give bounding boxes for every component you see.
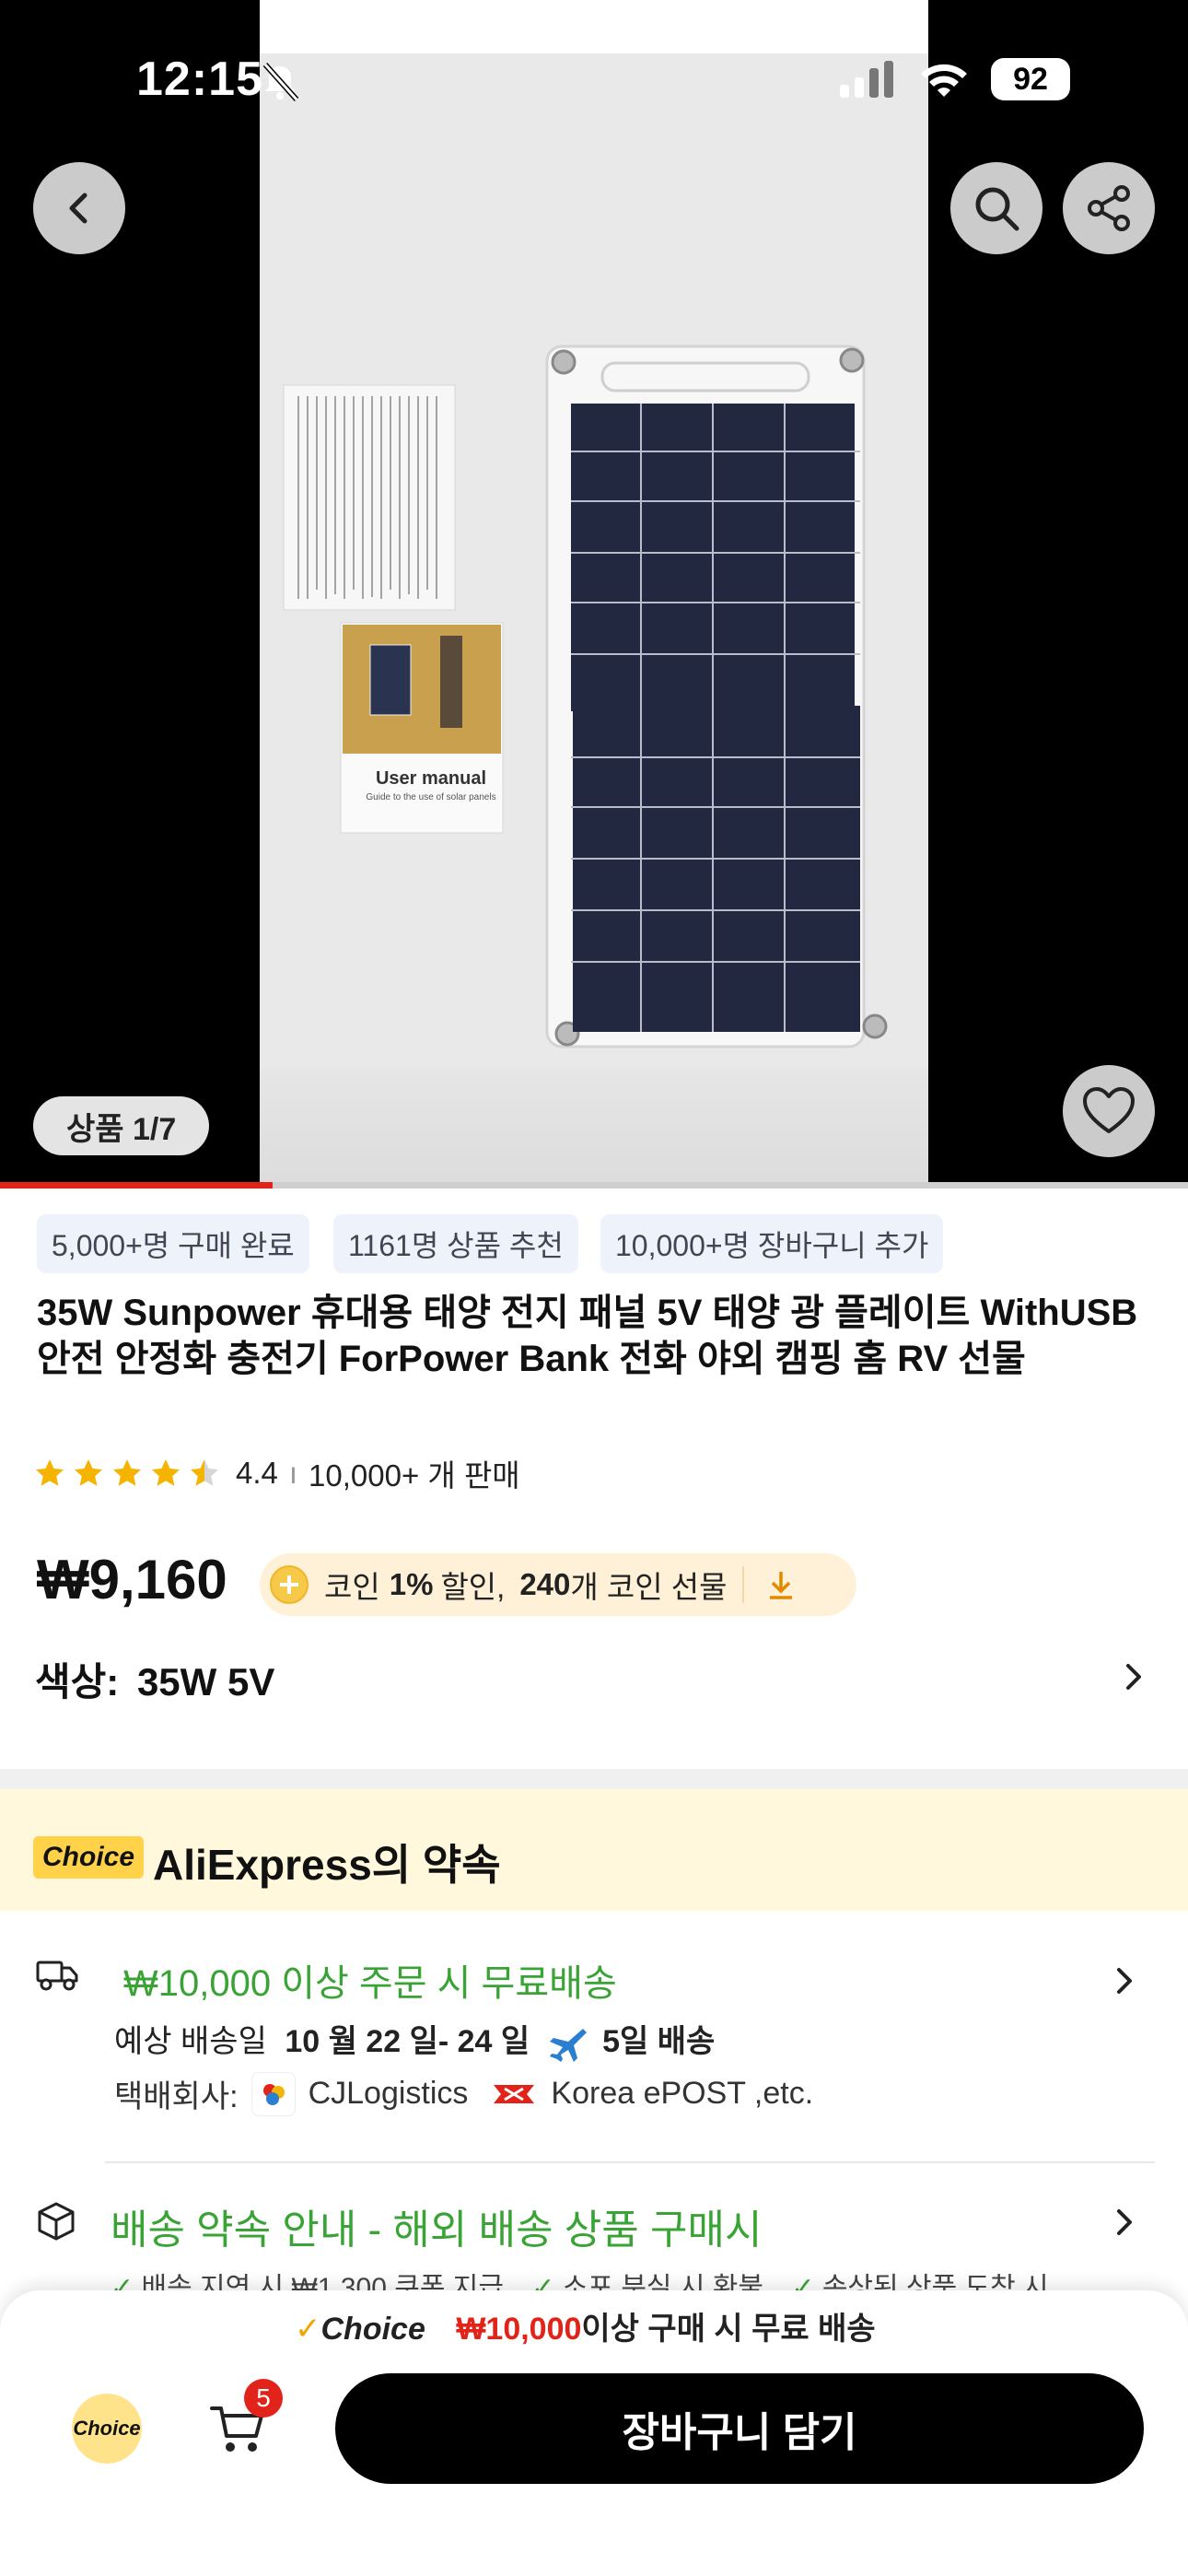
- star-icon: [113, 1459, 141, 1486]
- carrier-epost: Korea ePOST ,etc.: [551, 2076, 814, 2111]
- delivery-estimate: 예상 배송일 10 월 22 일- 24 일 5일 배송: [114, 2016, 716, 2063]
- choice-logo-text: Choice: [320, 2312, 425, 2347]
- check-icon: ✓: [295, 2312, 321, 2347]
- delivery-guide-title[interactable]: 배송 약속 안내 - 해외 배송 상품 구매시: [111, 2196, 762, 2255]
- product-photo: User manual Guide to the use of solar pa…: [260, 0, 928, 1188]
- back-button[interactable]: [33, 162, 125, 254]
- image-counter: 상품 1/7: [33, 1096, 210, 1155]
- rating-row[interactable]: 4.4 ı 10,000+ 개 판매: [33, 1450, 520, 1496]
- solar-panel-illustration: [283, 345, 888, 1048]
- star-icon: [75, 1459, 102, 1486]
- delivery-days: 5일 배송: [602, 2024, 716, 2059]
- color-label: 색상:: [35, 1660, 120, 1704]
- cart-count-badge: 5: [244, 2379, 283, 2418]
- box-icon: [38, 2202, 75, 2241]
- truck-icon: [36, 1961, 78, 1991]
- coin-label-post: 개 코인 선물: [570, 1570, 728, 1604]
- chip-purchases: 5,000+명 구매 완료: [37, 1214, 309, 1273]
- coin-count: 240: [519, 1567, 571, 1601]
- chevron-right-icon[interactable]: [1120, 1658, 1149, 1695]
- sold-count: 10,000+ 개 판매: [309, 1458, 520, 1493]
- section-separator: [0, 1769, 1188, 1789]
- free-text: 이상 구매 시 무료 배송: [581, 2312, 876, 2347]
- half-star-icon: [191, 1459, 218, 1486]
- choice-tag: Choice: [33, 1836, 145, 1879]
- download-icon[interactable]: [763, 1566, 799, 1603]
- product-title: 35W Sunpower 휴대용 태양 전지 패널 5V 태양 광 플레이트 W…: [37, 1293, 1138, 1379]
- coin-offer[interactable]: 코인 1% 할인, 240 개 코인 선물: [260, 1553, 856, 1616]
- divider: [105, 2161, 1155, 2163]
- chip-cart-adds: 10,000+명 장바구니 추가: [600, 1214, 944, 1273]
- chevron-left-icon: [69, 193, 87, 224]
- color-value: 35W 5V: [136, 1660, 275, 1704]
- share-icon: [1088, 185, 1130, 231]
- manual-title: User manual: [375, 768, 487, 789]
- product-image-gallery[interactable]: User manual Guide to the use of solar pa…: [0, 0, 1188, 1188]
- gallery-progress-fill: [0, 1182, 273, 1188]
- cj-logo-icon: [250, 2071, 296, 2116]
- coin-label-mid: 할인,: [440, 1570, 506, 1604]
- coin-label: 코인: [324, 1570, 380, 1604]
- free-shipping-text: ₩10,000 이상 주문 시 무료배송: [123, 1963, 617, 2004]
- promise-title: AliExpress의 약속: [153, 1841, 501, 1889]
- manual-subtitle: Guide to the use of solar panels: [366, 792, 496, 802]
- signal-icon: [840, 61, 893, 98]
- status-icons: 92: [838, 55, 1070, 103]
- price: ₩9,160: [37, 1549, 227, 1610]
- status-time: 12:15: [136, 53, 263, 106]
- battery-indicator: 92: [991, 58, 1070, 100]
- share-button[interactable]: [1063, 162, 1155, 254]
- heart-icon: [1083, 1087, 1135, 1133]
- chip-recommend: 1161명 상품 추천: [333, 1214, 578, 1273]
- rating-score: 4.4: [236, 1456, 278, 1490]
- choice-free-shipping-banner: ✓Choice ₩10,000이상 구매 시 무료 배송: [295, 2303, 876, 2348]
- wishlist-button[interactable]: [1063, 1065, 1155, 1157]
- airplane-icon: [549, 2029, 587, 2063]
- star-icon: [152, 1459, 180, 1486]
- choice-button[interactable]: Choice: [72, 2394, 142, 2464]
- bell-slash-icon: [262, 62, 299, 101]
- search-button[interactable]: [950, 162, 1042, 254]
- delivery-date: 10 월 22 일- 24 일: [285, 2024, 530, 2059]
- star-icon: [36, 1459, 64, 1486]
- carrier-cj: CJLogistics: [308, 2076, 469, 2111]
- rating-divider: ı: [288, 1456, 298, 1490]
- free-amount: ₩10,000: [456, 2312, 582, 2347]
- coin-discount: 1%: [389, 1567, 434, 1601]
- chevron-right-icon[interactable]: [1111, 1962, 1140, 1999]
- delivery-label: 예상 배송일: [114, 2024, 267, 2059]
- search-icon: [975, 187, 1019, 231]
- wifi-icon: [921, 64, 967, 97]
- color-selector[interactable]: 색상: 35W 5V: [35, 1651, 274, 1707]
- epost-logo-icon: [490, 2072, 539, 2115]
- add-to-cart-button[interactable]: 장바구니 담기: [335, 2373, 1144, 2484]
- carrier-row: 택배회사: CJLogistics Korea ePOST ,etc.: [114, 2071, 813, 2116]
- carrier-label: 택배회사:: [114, 2079, 239, 2114]
- coin-icon: [270, 1565, 309, 1604]
- chevron-right-icon[interactable]: [1111, 2204, 1140, 2241]
